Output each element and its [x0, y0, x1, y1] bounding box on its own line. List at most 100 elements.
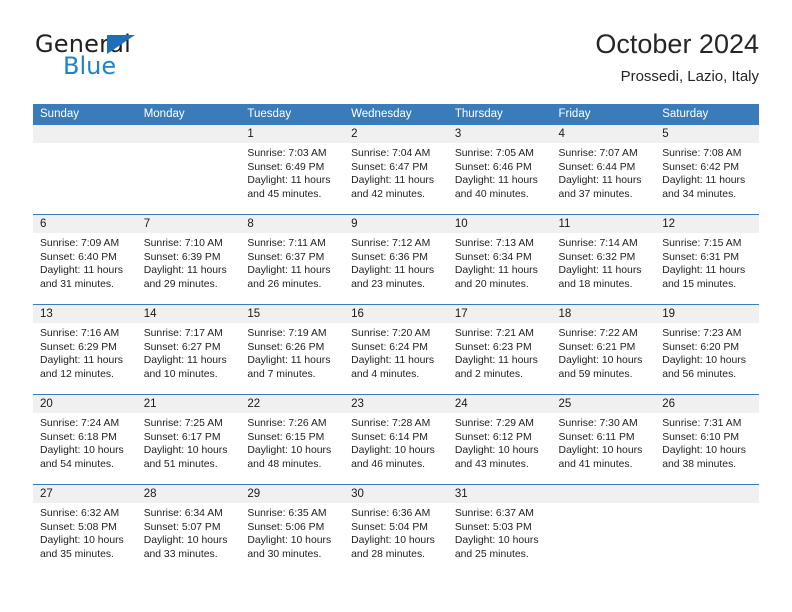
sunrise-text: Sunrise: 7:09 AM — [40, 238, 120, 249]
calendar-day-cell[interactable]: 26 Sunrise: 7:31 AM Sunset: 6:10 PM Dayligh… — [655, 394, 759, 485]
calendar-day-cell[interactable]: 12 Sunrise: 7:15 AM Sunset: 6:31 PM Dayligh… — [655, 214, 759, 305]
sunset-text: Sunset: 6:39 PM — [143, 251, 221, 263]
daylight-text-cont: and 42 minutes. — [351, 188, 426, 200]
daylight-text: Daylight: 10 hours — [40, 535, 124, 547]
day-number: 9 — [344, 215, 448, 233]
daylight-text-cont: and 59 minutes. — [558, 368, 633, 380]
daylight-text-cont: and 54 minutes. — [40, 458, 114, 470]
sunset-text: Sunset: 6:17 PM — [143, 431, 221, 443]
day-details: Sunrise: 7:25 AM Sunset: 6:17 PM Daylight:… — [137, 413, 241, 471]
calendar-day-cell[interactable]: 10 Sunrise: 7:13 AM Sunset: 6:34 PM Dayligh… — [447, 214, 552, 305]
daylight-text-cont: and 35 minutes. — [40, 548, 114, 560]
day-details: Sunrise: 7:30 AM Sunset: 6:11 PM Daylight:… — [552, 413, 656, 471]
sunrise-text: Sunrise: 7:20 AM — [351, 328, 431, 339]
calendar-day-cell[interactable]: 3 Sunrise: 7:05 AM Sunset: 6:46 PM Daylight… — [447, 125, 552, 215]
calendar-day-cell[interactable]: 16 Sunrise: 7:20 AM Sunset: 6:24 PM Dayligh… — [344, 304, 448, 395]
sunset-text: Sunset: 6:14 PM — [351, 431, 428, 443]
day-number: 21 — [136, 395, 241, 413]
calendar-day-cell[interactable]: 21 Sunrise: 7:25 AM Sunset: 6:17 PM Dayligh… — [136, 394, 241, 485]
calendar-day-cell[interactable]: 5 Sunrise: 7:08 AM Sunset: 6:42 PM Daylight… — [655, 125, 759, 215]
day-cell-inner — [136, 125, 241, 214]
daylight-text-cont: and 37 minutes. — [558, 188, 633, 200]
day-cell-inner — [551, 485, 656, 574]
daylight-text: Daylight: 11 hours — [40, 355, 123, 367]
calendar-day-cell[interactable]: 17 Sunrise: 7:21 AM Sunset: 6:23 PM Dayligh… — [447, 304, 552, 395]
daylight-text: Daylight: 10 hours — [247, 535, 332, 547]
day-number: 5 — [655, 125, 759, 143]
calendar-day-cell[interactable]: 2 Sunrise: 7:04 AM Sunset: 6:47 PM Daylight… — [344, 125, 448, 215]
sunrise-text: Sunrise: 7:21 AM — [454, 328, 534, 339]
calendar-day-cell[interactable]: 1 Sunrise: 7:03 AM Sunset: 6:49 PM Daylight… — [240, 125, 345, 215]
calendar-day-cell[interactable]: 24 Sunrise: 7:29 AM Sunset: 6:12 PM Dayligh… — [447, 394, 552, 485]
day-cell-inner: 30 Sunrise: 6:36 AM Sunset: 5:04 PM Dayligh… — [344, 485, 448, 574]
day-details: Sunrise: 7:23 AM Sunset: 6:20 PM Daylight:… — [655, 323, 759, 381]
calendar-day-cell[interactable]: 9 Sunrise: 7:12 AM Sunset: 6:36 PM Daylight… — [344, 214, 448, 305]
sunset-text: Sunset: 6:42 PM — [662, 161, 740, 173]
sunset-text: Sunset: 6:46 PM — [454, 161, 532, 173]
day-number: 12 — [655, 215, 759, 233]
day-number: 15 — [240, 305, 345, 323]
logo-text-blue: Blue — [63, 52, 117, 80]
sunrise-text: Sunrise: 7:17 AM — [143, 328, 223, 339]
calendar-day-cell[interactable]: 28 Sunrise: 6:34 AM Sunset: 5:07 PM Dayligh… — [136, 484, 241, 574]
calendar-day-cell[interactable]: 18 Sunrise: 7:22 AM Sunset: 6:21 PM Dayligh… — [551, 304, 656, 395]
day-cell-inner: 25 Sunrise: 7:30 AM Sunset: 6:11 PM Dayligh… — [551, 395, 656, 484]
day-details: Sunrise: 7:07 AM Sunset: 6:44 PM Daylight:… — [552, 143, 656, 201]
sunrise-text: Sunrise: 7:08 AM — [662, 148, 742, 159]
weekday-header-saturday: Saturday — [655, 104, 759, 125]
sunset-text: Sunset: 6:27 PM — [143, 341, 221, 353]
daylight-text-cont: and 46 minutes. — [351, 458, 426, 470]
daylight-text: Daylight: 11 hours — [351, 175, 435, 187]
day-cell-inner: 6 Sunrise: 7:09 AM Sunset: 6:40 PM Daylight… — [33, 215, 137, 304]
calendar-day-cell — [551, 484, 656, 574]
sunset-text: Sunset: 6:24 PM — [351, 341, 428, 353]
sunrise-text: Sunrise: 6:34 AM — [143, 508, 223, 519]
sunrise-text: Sunrise: 7:26 AM — [247, 418, 327, 429]
calendar-day-cell[interactable]: 15 Sunrise: 7:19 AM Sunset: 6:26 PM Dayligh… — [240, 304, 345, 395]
sunrise-text: Sunrise: 7:22 AM — [558, 328, 638, 339]
calendar-day-cell[interactable]: 19 Sunrise: 7:23 AM Sunset: 6:20 PM Dayligh… — [655, 304, 759, 395]
calendar-day-cell[interactable]: 7 Sunrise: 7:10 AM Sunset: 6:39 PM Daylight… — [136, 214, 241, 305]
daylight-text-cont: and 28 minutes. — [351, 548, 426, 560]
daylight-text-cont: and 12 minutes. — [40, 368, 114, 380]
calendar-day-cell[interactable]: 20 Sunrise: 7:24 AM Sunset: 6:18 PM Dayligh… — [33, 394, 137, 485]
page-title: October 2024 — [595, 29, 759, 59]
day-details: Sunrise: 6:37 AM Sunset: 5:03 PM Daylight:… — [448, 503, 552, 561]
calendar-day-cell[interactable]: 27 Sunrise: 6:32 AM Sunset: 5:08 PM Dayligh… — [33, 484, 137, 574]
calendar-day-cell[interactable]: 14 Sunrise: 7:17 AM Sunset: 6:27 PM Dayligh… — [136, 304, 241, 395]
calendar-day-cell[interactable]: 22 Sunrise: 7:26 AM Sunset: 6:15 PM Dayligh… — [240, 394, 345, 485]
sunrise-text: Sunrise: 7:14 AM — [558, 238, 638, 249]
calendar-day-cell[interactable]: 25 Sunrise: 7:30 AM Sunset: 6:11 PM Dayligh… — [551, 394, 656, 485]
calendar-day-cell[interactable]: 29 Sunrise: 6:35 AM Sunset: 5:06 PM Dayligh… — [240, 484, 345, 574]
calendar-day-cell[interactable]: 30 Sunrise: 6:36 AM Sunset: 5:04 PM Dayligh… — [344, 484, 448, 574]
sunrise-text: Sunrise: 7:13 AM — [454, 238, 534, 249]
calendar-day-cell[interactable]: 4 Sunrise: 7:07 AM Sunset: 6:44 PM Daylight… — [551, 125, 656, 215]
sunset-text: Sunset: 6:23 PM — [454, 341, 532, 353]
calendar-day-cell[interactable]: 13 Sunrise: 7:16 AM Sunset: 6:29 PM Dayligh… — [33, 304, 137, 395]
day-number: 29 — [240, 485, 345, 503]
day-number — [33, 125, 137, 143]
day-cell-inner: 19 Sunrise: 7:23 AM Sunset: 6:20 PM Dayligh… — [655, 305, 759, 394]
day-details: Sunrise: 7:10 AM Sunset: 6:39 PM Daylight:… — [137, 233, 241, 291]
daylight-text-cont: and 10 minutes. — [143, 368, 218, 380]
sunrise-text: Sunrise: 7:05 AM — [454, 148, 534, 159]
calendar-day-cell[interactable]: 31 Sunrise: 6:37 AM Sunset: 5:03 PM Dayligh… — [447, 484, 552, 574]
calendar-day-cell[interactable]: 23 Sunrise: 7:28 AM Sunset: 6:14 PM Dayligh… — [344, 394, 448, 485]
weekday-header-thursday: Thursday — [447, 104, 552, 125]
day-cell-inner: 1 Sunrise: 7:03 AM Sunset: 6:49 PM Daylight… — [240, 125, 345, 214]
day-cell-inner: 4 Sunrise: 7:07 AM Sunset: 6:44 PM Daylight… — [551, 125, 656, 214]
calendar-weekday-header-row: Sunday Monday Tuesday Wednesday Thursday Frid… — [33, 104, 759, 125]
day-details — [137, 143, 241, 147]
sunrise-text: Sunrise: 7:19 AM — [247, 328, 327, 339]
weekday-header-friday: Friday — [551, 104, 656, 125]
sunrise-text: Sunrise: 7:04 AM — [351, 148, 431, 159]
sunset-text: Sunset: 6:47 PM — [351, 161, 428, 173]
day-details — [33, 143, 137, 147]
daylight-text: Daylight: 11 hours — [247, 175, 331, 187]
calendar-day-cell[interactable]: 11 Sunrise: 7:14 AM Sunset: 6:32 PM Dayligh… — [551, 214, 656, 305]
sunset-text: Sunset: 6:34 PM — [454, 251, 532, 263]
daylight-text: Daylight: 11 hours — [40, 265, 123, 277]
sunrise-text: Sunrise: 6:32 AM — [40, 508, 120, 519]
calendar-day-cell[interactable]: 6 Sunrise: 7:09 AM Sunset: 6:40 PM Daylight… — [33, 214, 137, 305]
calendar-day-cell[interactable]: 8 Sunrise: 7:11 AM Sunset: 6:37 PM Daylight… — [240, 214, 345, 305]
